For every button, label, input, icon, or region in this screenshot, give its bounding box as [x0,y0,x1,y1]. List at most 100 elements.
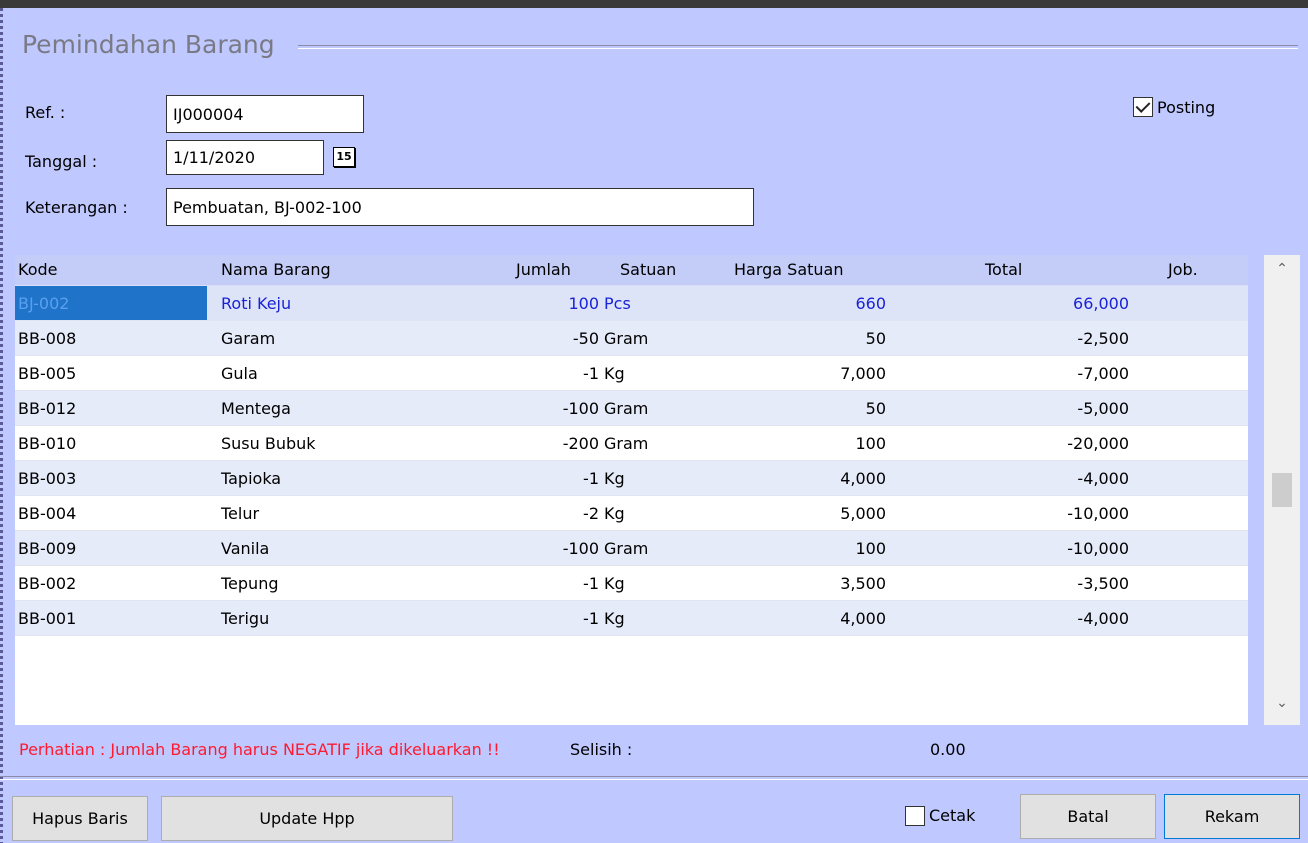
cell-nama: Vanila [221,539,270,558]
selisih-label: Selisih : [570,740,633,759]
tanggal-value: 1/11/2020 [173,148,256,167]
chevron-down-icon[interactable]: ⌄ [1264,695,1300,711]
batal-button[interactable]: Batal [1020,794,1156,839]
cell-total: -3,500 [1077,574,1129,593]
cell-kode: BB-003 [18,469,77,488]
cell-kode: BB-009 [18,539,77,558]
col-harga-satuan[interactable]: Harga Satuan [734,260,844,279]
table-row[interactable]: BB-005 Gula -1 Kg 7,000 -7,000 [15,356,1248,391]
scrollbar-thumb[interactable] [1272,473,1292,507]
rekam-button[interactable]: Rekam [1164,794,1300,839]
table-row[interactable]: BJ-002 Roti Keju 100 Pcs 660 66,000 [15,286,1248,321]
cell-harga: 7,000 [840,364,886,383]
cell-harga: 50 [865,399,886,418]
cetak-label: Cetak [929,806,976,825]
table-row[interactable]: BB-003 Tapioka -1 Kg 4,000 -4,000 [15,461,1248,496]
ref-value: IJ000004 [173,104,244,124]
ref-input[interactable]: IJ000004 [166,95,364,133]
col-nama-barang[interactable]: Nama Barang [221,260,331,279]
table-row[interactable]: BB-010 Susu Bubuk -200 Gram 100 -20,000 [15,426,1248,461]
table-row[interactable]: BB-012 Mentega -100 Gram 50 -5,000 [15,391,1248,426]
cell-jumlah: -1 [583,364,599,383]
table-row[interactable]: BB-004 Telur -2 Kg 5,000 -10,000 [15,496,1248,531]
table-row[interactable]: BB-002 Tepung -1 Kg 3,500 -3,500 [15,566,1248,601]
cell-nama: Tepung [221,574,279,593]
posting-checkbox[interactable] [1133,97,1153,117]
cell-harga: 3,500 [840,574,886,593]
cell-satuan: Kg [604,504,625,523]
cell-nama: Telur [221,504,260,523]
cell-kode: BB-004 [18,504,77,523]
cell-nama: Gula [221,364,258,383]
cell-nama: Garam [221,329,276,348]
col-jumlah[interactable]: Jumlah [516,260,571,279]
tanggal-input[interactable]: 1/11/2020 [166,140,324,175]
cell-satuan: Kg [604,574,625,593]
form-title: Pemindahan Barang [22,30,275,59]
cell-total: -10,000 [1067,504,1129,523]
col-total[interactable]: Total [985,260,1022,279]
cell-kode: BB-002 [18,574,77,593]
tanggal-label: Tanggal : [25,152,98,171]
cell-harga: 660 [855,294,886,313]
window-left-border [0,8,3,843]
cell-satuan: Gram [604,539,649,558]
cell-satuan: Gram [604,434,649,453]
cell-kode: BB-008 [18,329,77,348]
cell-satuan: Pcs [604,294,631,313]
chevron-up-icon[interactable]: ⌃ [1264,261,1300,277]
cell-jumlah: -1 [583,609,599,628]
window-top-border [0,0,1308,8]
posting-label: Posting [1157,98,1216,117]
cell-kode: BB-010 [18,434,77,453]
cell-satuan: Kg [604,469,625,488]
cell-jumlah: -200 [562,434,599,453]
cell-nama: Tapioka [221,469,282,488]
cell-harga: 5,000 [840,504,886,523]
items-grid[interactable]: Kode Nama Barang Jumlah Satuan Harga Sat… [15,255,1248,725]
title-divider [298,45,1298,49]
table-row[interactable]: BB-008 Garam -50 Gram 50 -2,500 [15,321,1248,356]
selisih-value: 0.00 [930,740,966,759]
col-satuan[interactable]: Satuan [620,260,676,279]
cell-total: -7,000 [1077,364,1129,383]
cell-harga: 100 [855,434,886,453]
keterangan-input[interactable]: Pembuatan, BJ-002-100 [166,188,754,226]
col-kode[interactable]: Kode [18,260,57,279]
cell-harga: 4,000 [840,469,886,488]
cetak-checkbox[interactable] [905,806,925,826]
cell-harga: 100 [855,539,886,558]
cell-harga: 4,000 [840,609,886,628]
cell-harga: 50 [865,329,886,348]
cell-nama: Susu Bubuk [221,434,316,453]
table-row[interactable]: BB-009 Vanila -100 Gram 100 -10,000 [15,531,1248,566]
col-job[interactable]: Job. [1168,260,1198,279]
cell-satuan: Gram [604,399,649,418]
footer-divider [0,776,1308,780]
cell-satuan: Gram [604,329,649,348]
update-hpp-button[interactable]: Update Hpp [161,796,453,841]
cell-kode: BB-005 [18,364,77,383]
cell-jumlah: -1 [583,469,599,488]
cell-jumlah: -100 [562,539,599,558]
cell-total: -2,500 [1077,329,1129,348]
cell-total: -5,000 [1077,399,1129,418]
cell-jumlah: -50 [572,329,599,348]
cell-jumlah: -100 [562,399,599,418]
ref-label: Ref. : [25,103,66,122]
cell-total: -4,000 [1077,469,1129,488]
keterangan-value: Pembuatan, BJ-002-100 [173,197,362,217]
grid-scrollbar[interactable]: ⌃ ⌄ [1264,255,1300,725]
cell-total: -20,000 [1067,434,1129,453]
cell-total: -4,000 [1077,609,1129,628]
hapus-baris-button[interactable]: Hapus Baris [12,796,148,841]
calendar-icon[interactable]: 15 [333,147,355,167]
cell-kode: BB-001 [18,609,77,628]
cell-total: 66,000 [1073,294,1129,313]
keterangan-label: Keterangan : [25,198,128,217]
table-row[interactable]: BB-001 Terigu -1 Kg 4,000 -4,000 [15,601,1248,636]
cell-satuan: Kg [604,609,625,628]
grid-header: Kode Nama Barang Jumlah Satuan Harga Sat… [15,255,1248,286]
cell-nama: Mentega [221,399,291,418]
cell-total: -10,000 [1067,539,1129,558]
